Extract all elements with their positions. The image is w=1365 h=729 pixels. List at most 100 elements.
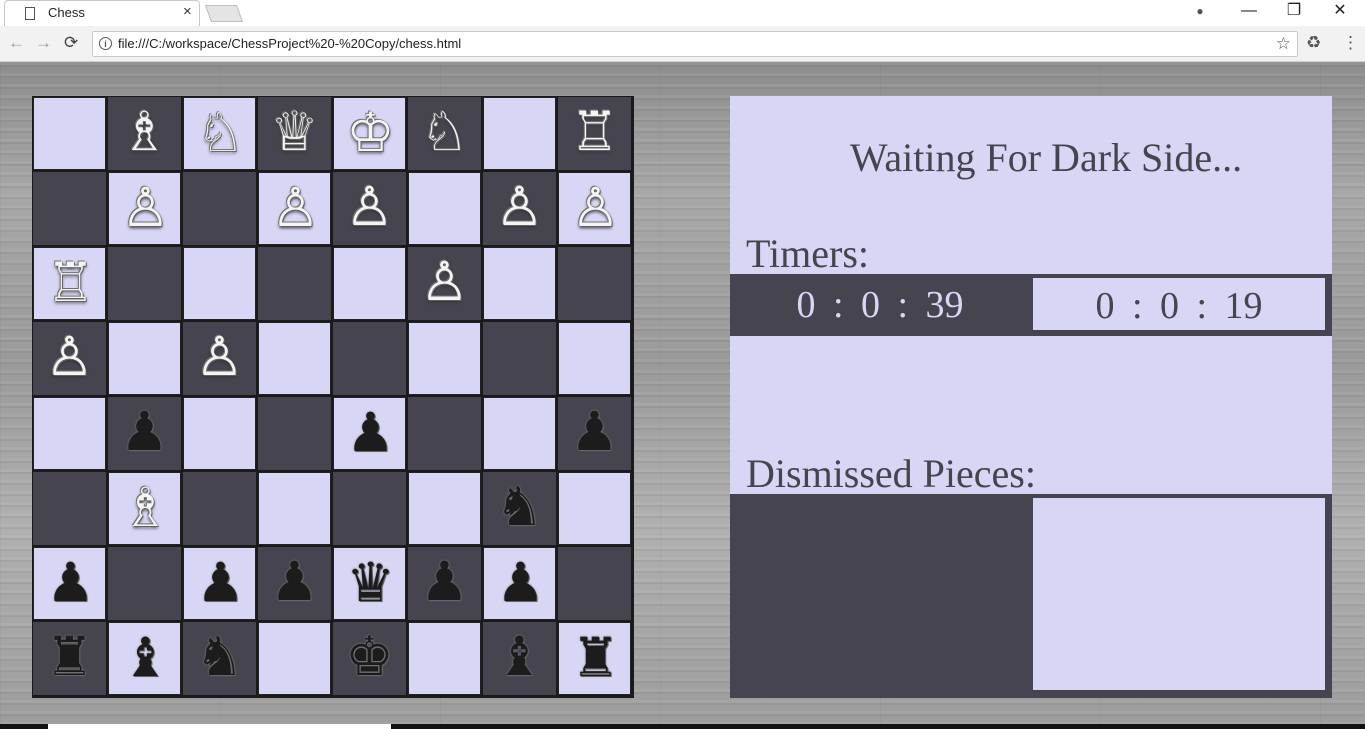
board-square[interactable]: ♙ bbox=[108, 172, 181, 245]
board-square[interactable]: ♝ bbox=[483, 622, 556, 695]
board-square[interactable] bbox=[483, 322, 556, 395]
board-square[interactable] bbox=[258, 472, 331, 545]
board-square[interactable] bbox=[183, 472, 256, 545]
forward-button[interactable]: → bbox=[35, 34, 52, 52]
board-square[interactable] bbox=[258, 622, 331, 695]
board-square[interactable] bbox=[183, 247, 256, 320]
black-piece[interactable]: ♞ bbox=[483, 472, 556, 545]
white-piece[interactable]: ♙ bbox=[483, 172, 556, 245]
board-square[interactable] bbox=[108, 247, 181, 320]
browser-tab[interactable]: Chess × bbox=[4, 0, 200, 26]
board-square[interactable] bbox=[408, 622, 481, 695]
board-square[interactable]: ♙ bbox=[258, 172, 331, 245]
board-square[interactable] bbox=[408, 472, 481, 545]
board-square[interactable]: ♕ bbox=[258, 97, 331, 170]
minimize-button[interactable]: — bbox=[1226, 0, 1272, 24]
white-piece[interactable]: ♘ bbox=[408, 97, 481, 170]
board-square[interactable] bbox=[258, 397, 331, 470]
white-piece[interactable]: ♙ bbox=[33, 322, 106, 395]
board-square[interactable] bbox=[408, 322, 481, 395]
url-text[interactable]: file:///C:/workspace/ChessProject%20-%20… bbox=[118, 36, 461, 51]
board-square[interactable]: ♜ bbox=[558, 622, 631, 695]
board-square[interactable]: ♟ bbox=[33, 547, 106, 620]
board-square[interactable]: ♛ bbox=[333, 547, 406, 620]
white-piece[interactable]: ♙ bbox=[259, 173, 332, 246]
board-square[interactable]: ♘ bbox=[183, 97, 256, 170]
board-square[interactable]: ♟ bbox=[483, 547, 556, 620]
white-piece[interactable]: ♔ bbox=[334, 98, 407, 171]
white-piece[interactable]: ♙ bbox=[333, 172, 406, 245]
board-square[interactable] bbox=[483, 97, 556, 170]
board-square[interactable] bbox=[33, 97, 106, 170]
white-piece[interactable]: ♘ bbox=[184, 98, 257, 171]
white-piece[interactable]: ♗ bbox=[108, 97, 181, 170]
bookmark-star-icon[interactable]: ☆ bbox=[1276, 34, 1291, 54]
board-square[interactable]: ♟ bbox=[558, 397, 631, 470]
board-square[interactable] bbox=[483, 247, 556, 320]
board-square[interactable] bbox=[333, 472, 406, 545]
board-square[interactable] bbox=[558, 547, 631, 620]
info-icon[interactable]: i bbox=[99, 37, 112, 50]
black-piece[interactable]: ♜ bbox=[33, 622, 106, 695]
board-square[interactable] bbox=[33, 172, 106, 245]
menu-icon[interactable]: ⋮ bbox=[1342, 34, 1359, 52]
reload-button[interactable]: ⟳ bbox=[64, 34, 78, 52]
black-piece[interactable]: ♟ bbox=[558, 397, 631, 470]
board-square[interactable]: ♙ bbox=[558, 172, 631, 245]
board-square[interactable]: ♞ bbox=[483, 472, 556, 545]
board-square[interactable]: ♙ bbox=[483, 172, 556, 245]
extension-icon[interactable]: ♻ bbox=[1306, 34, 1321, 52]
board-square[interactable]: ♟ bbox=[408, 547, 481, 620]
board-square[interactable]: ♝ bbox=[108, 622, 181, 695]
black-piece[interactable]: ♟ bbox=[184, 548, 257, 621]
white-piece[interactable]: ♙ bbox=[109, 173, 182, 246]
board-square[interactable]: ♞ bbox=[183, 622, 256, 695]
black-piece[interactable]: ♚ bbox=[333, 622, 406, 695]
board-square[interactable]: ♙ bbox=[33, 322, 106, 395]
board-square[interactable] bbox=[558, 322, 631, 395]
black-piece[interactable]: ♟ bbox=[258, 547, 331, 620]
board-square[interactable] bbox=[558, 247, 631, 320]
black-piece[interactable]: ♝ bbox=[483, 622, 556, 695]
board-square[interactable] bbox=[483, 397, 556, 470]
board-square[interactable]: ♟ bbox=[258, 547, 331, 620]
back-button[interactable]: ← bbox=[8, 34, 25, 52]
tab-close-icon[interactable]: × bbox=[183, 4, 192, 20]
board-square[interactable]: ♚ bbox=[333, 622, 406, 695]
black-piece[interactable]: ♟ bbox=[334, 398, 407, 471]
board-square[interactable] bbox=[258, 247, 331, 320]
board-square[interactable]: ♗ bbox=[108, 472, 181, 545]
black-piece[interactable]: ♟ bbox=[108, 397, 181, 470]
black-piece[interactable]: ♟ bbox=[34, 548, 107, 621]
board-square[interactable] bbox=[108, 547, 181, 620]
board-square[interactable]: ♖ bbox=[558, 97, 631, 170]
white-piece[interactable]: ♙ bbox=[408, 247, 481, 320]
white-piece[interactable]: ♕ bbox=[258, 97, 331, 170]
close-window-button[interactable]: ✕ bbox=[1317, 0, 1363, 24]
board-square[interactable]: ♔ bbox=[333, 97, 406, 170]
black-piece[interactable]: ♟ bbox=[484, 548, 557, 621]
white-piece[interactable]: ♙ bbox=[559, 173, 632, 246]
account-icon[interactable]: ● bbox=[1177, 0, 1223, 24]
board-square[interactable]: ♟ bbox=[333, 397, 406, 470]
board-square[interactable]: ♗ bbox=[108, 97, 181, 170]
board-square[interactable] bbox=[558, 472, 631, 545]
board-square[interactable] bbox=[183, 172, 256, 245]
board-square[interactable]: ♙ bbox=[333, 172, 406, 245]
restore-button[interactable]: ❐ bbox=[1271, 0, 1317, 24]
board-square[interactable]: ♙ bbox=[183, 322, 256, 395]
black-piece[interactable]: ♜ bbox=[559, 623, 632, 696]
board-square[interactable] bbox=[408, 397, 481, 470]
white-piece[interactable]: ♖ bbox=[34, 248, 107, 321]
new-tab-button[interactable] bbox=[204, 5, 244, 22]
board-square[interactable] bbox=[333, 322, 406, 395]
white-piece[interactable]: ♙ bbox=[183, 322, 256, 395]
board-square[interactable]: ♟ bbox=[183, 547, 256, 620]
board-square[interactable] bbox=[333, 247, 406, 320]
board-square[interactable]: ♜ bbox=[33, 622, 106, 695]
board-square[interactable]: ♙ bbox=[408, 247, 481, 320]
board-square[interactable] bbox=[408, 172, 481, 245]
board-square[interactable]: ♘ bbox=[408, 97, 481, 170]
white-piece[interactable]: ♗ bbox=[109, 473, 182, 546]
black-piece[interactable]: ♟ bbox=[408, 547, 481, 620]
